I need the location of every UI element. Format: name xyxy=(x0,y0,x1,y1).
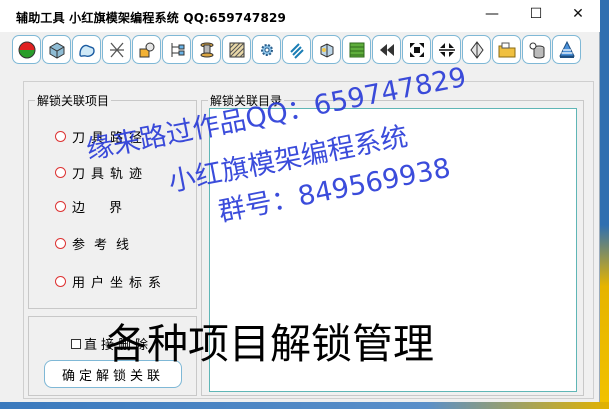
hierarchy-icon xyxy=(171,42,184,57)
option-user-coordinate[interactable]: 用户坐标系 xyxy=(55,272,167,291)
toolbar-button-rewind[interactable] xyxy=(372,35,401,64)
toolbar-button-green-grid[interactable] xyxy=(342,35,371,64)
toolbar-button-hatch-block[interactable] xyxy=(222,35,251,64)
radio-button[interactable] xyxy=(55,131,66,142)
toolbar-button-color-ball[interactable] xyxy=(12,35,41,64)
minimize-button[interactable]: — xyxy=(470,0,514,28)
fullscreen-expand-icon xyxy=(409,42,424,57)
view-cube-icon xyxy=(320,42,333,58)
option-label: 刀具轨迹 xyxy=(72,167,149,182)
rewind-icon xyxy=(379,43,394,56)
option-boundary[interactable]: 边 界 xyxy=(55,197,132,216)
gear-icon xyxy=(260,43,273,56)
radio-button[interactable] xyxy=(55,201,66,212)
toolbar-button-layer-shapes[interactable] xyxy=(132,35,161,64)
toolbar-button-database[interactable] xyxy=(522,35,551,64)
curve-shape-icon xyxy=(78,44,95,57)
folder-open-icon xyxy=(498,42,515,57)
toolbar xyxy=(12,35,581,65)
option-reference-line[interactable]: 参考线 xyxy=(55,234,138,253)
diamond-tool-icon xyxy=(469,40,484,59)
desktop-background xyxy=(600,0,609,409)
hatch-block-icon xyxy=(229,42,244,57)
desktop-background-bottom xyxy=(0,402,609,409)
radio-button[interactable] xyxy=(55,167,66,178)
toolbar-button-folder-open[interactable] xyxy=(492,35,521,64)
toolbar-button-hierarchy[interactable] xyxy=(162,35,191,64)
direct-delete-checkbox[interactable] xyxy=(71,338,81,349)
spool-icon xyxy=(200,42,213,57)
maximize-button[interactable]: ☐ xyxy=(514,0,558,28)
toolbar-button-slant-lines[interactable] xyxy=(282,35,311,64)
toolbar-button-gear[interactable] xyxy=(252,35,281,64)
slant-lines-icon xyxy=(289,42,304,59)
option-label: 边 界 xyxy=(72,201,133,216)
toolbar-button-diamond-tool[interactable] xyxy=(462,35,491,64)
app-window: 辅助工具 小红旗模架编程系统 QQ:659747829 — ☐ ✕ 解锁关联项目… xyxy=(0,0,600,402)
toolbar-button-cross-lines[interactable] xyxy=(102,35,131,64)
cone-stack-icon xyxy=(558,40,575,58)
toolbar-button-solid-box[interactable] xyxy=(42,35,71,64)
toolbar-button-view-cube[interactable] xyxy=(312,35,341,64)
maximize-icon: ☐ xyxy=(529,6,543,22)
solid-box-icon xyxy=(49,41,64,59)
green-grid-icon xyxy=(349,42,364,57)
toolbar-button-fullscreen-expand[interactable] xyxy=(402,35,431,64)
cross-lines-icon xyxy=(109,42,124,57)
layer-shapes-icon xyxy=(139,42,154,57)
toolbar-button-curve-shape[interactable] xyxy=(72,35,101,64)
minimize-icon: — xyxy=(485,6,499,22)
toolbar-button-cone-stack[interactable] xyxy=(552,35,581,64)
close-button[interactable]: ✕ xyxy=(556,0,600,28)
option-label: 参考线 xyxy=(72,238,139,253)
unlock-items-title: 解锁关联项目 xyxy=(35,92,112,109)
overlay-caption: 各种项目解锁管理 xyxy=(106,320,434,368)
title-bar: 辅助工具 小红旗模架编程系统 QQ:659747829 — ☐ ✕ xyxy=(0,0,600,32)
window-title: 辅助工具 小红旗模架编程系统 QQ:659747829 xyxy=(16,11,287,25)
option-label: 用户坐标系 xyxy=(72,276,168,291)
color-ball-icon xyxy=(18,41,35,58)
radio-button[interactable] xyxy=(55,276,66,287)
option-tool-trajectory[interactable]: 刀具轨迹 xyxy=(55,163,148,182)
database-icon xyxy=(529,42,544,59)
toolbar-button-spool[interactable] xyxy=(192,35,221,64)
radio-button[interactable] xyxy=(55,238,66,249)
close-icon: ✕ xyxy=(572,6,584,22)
